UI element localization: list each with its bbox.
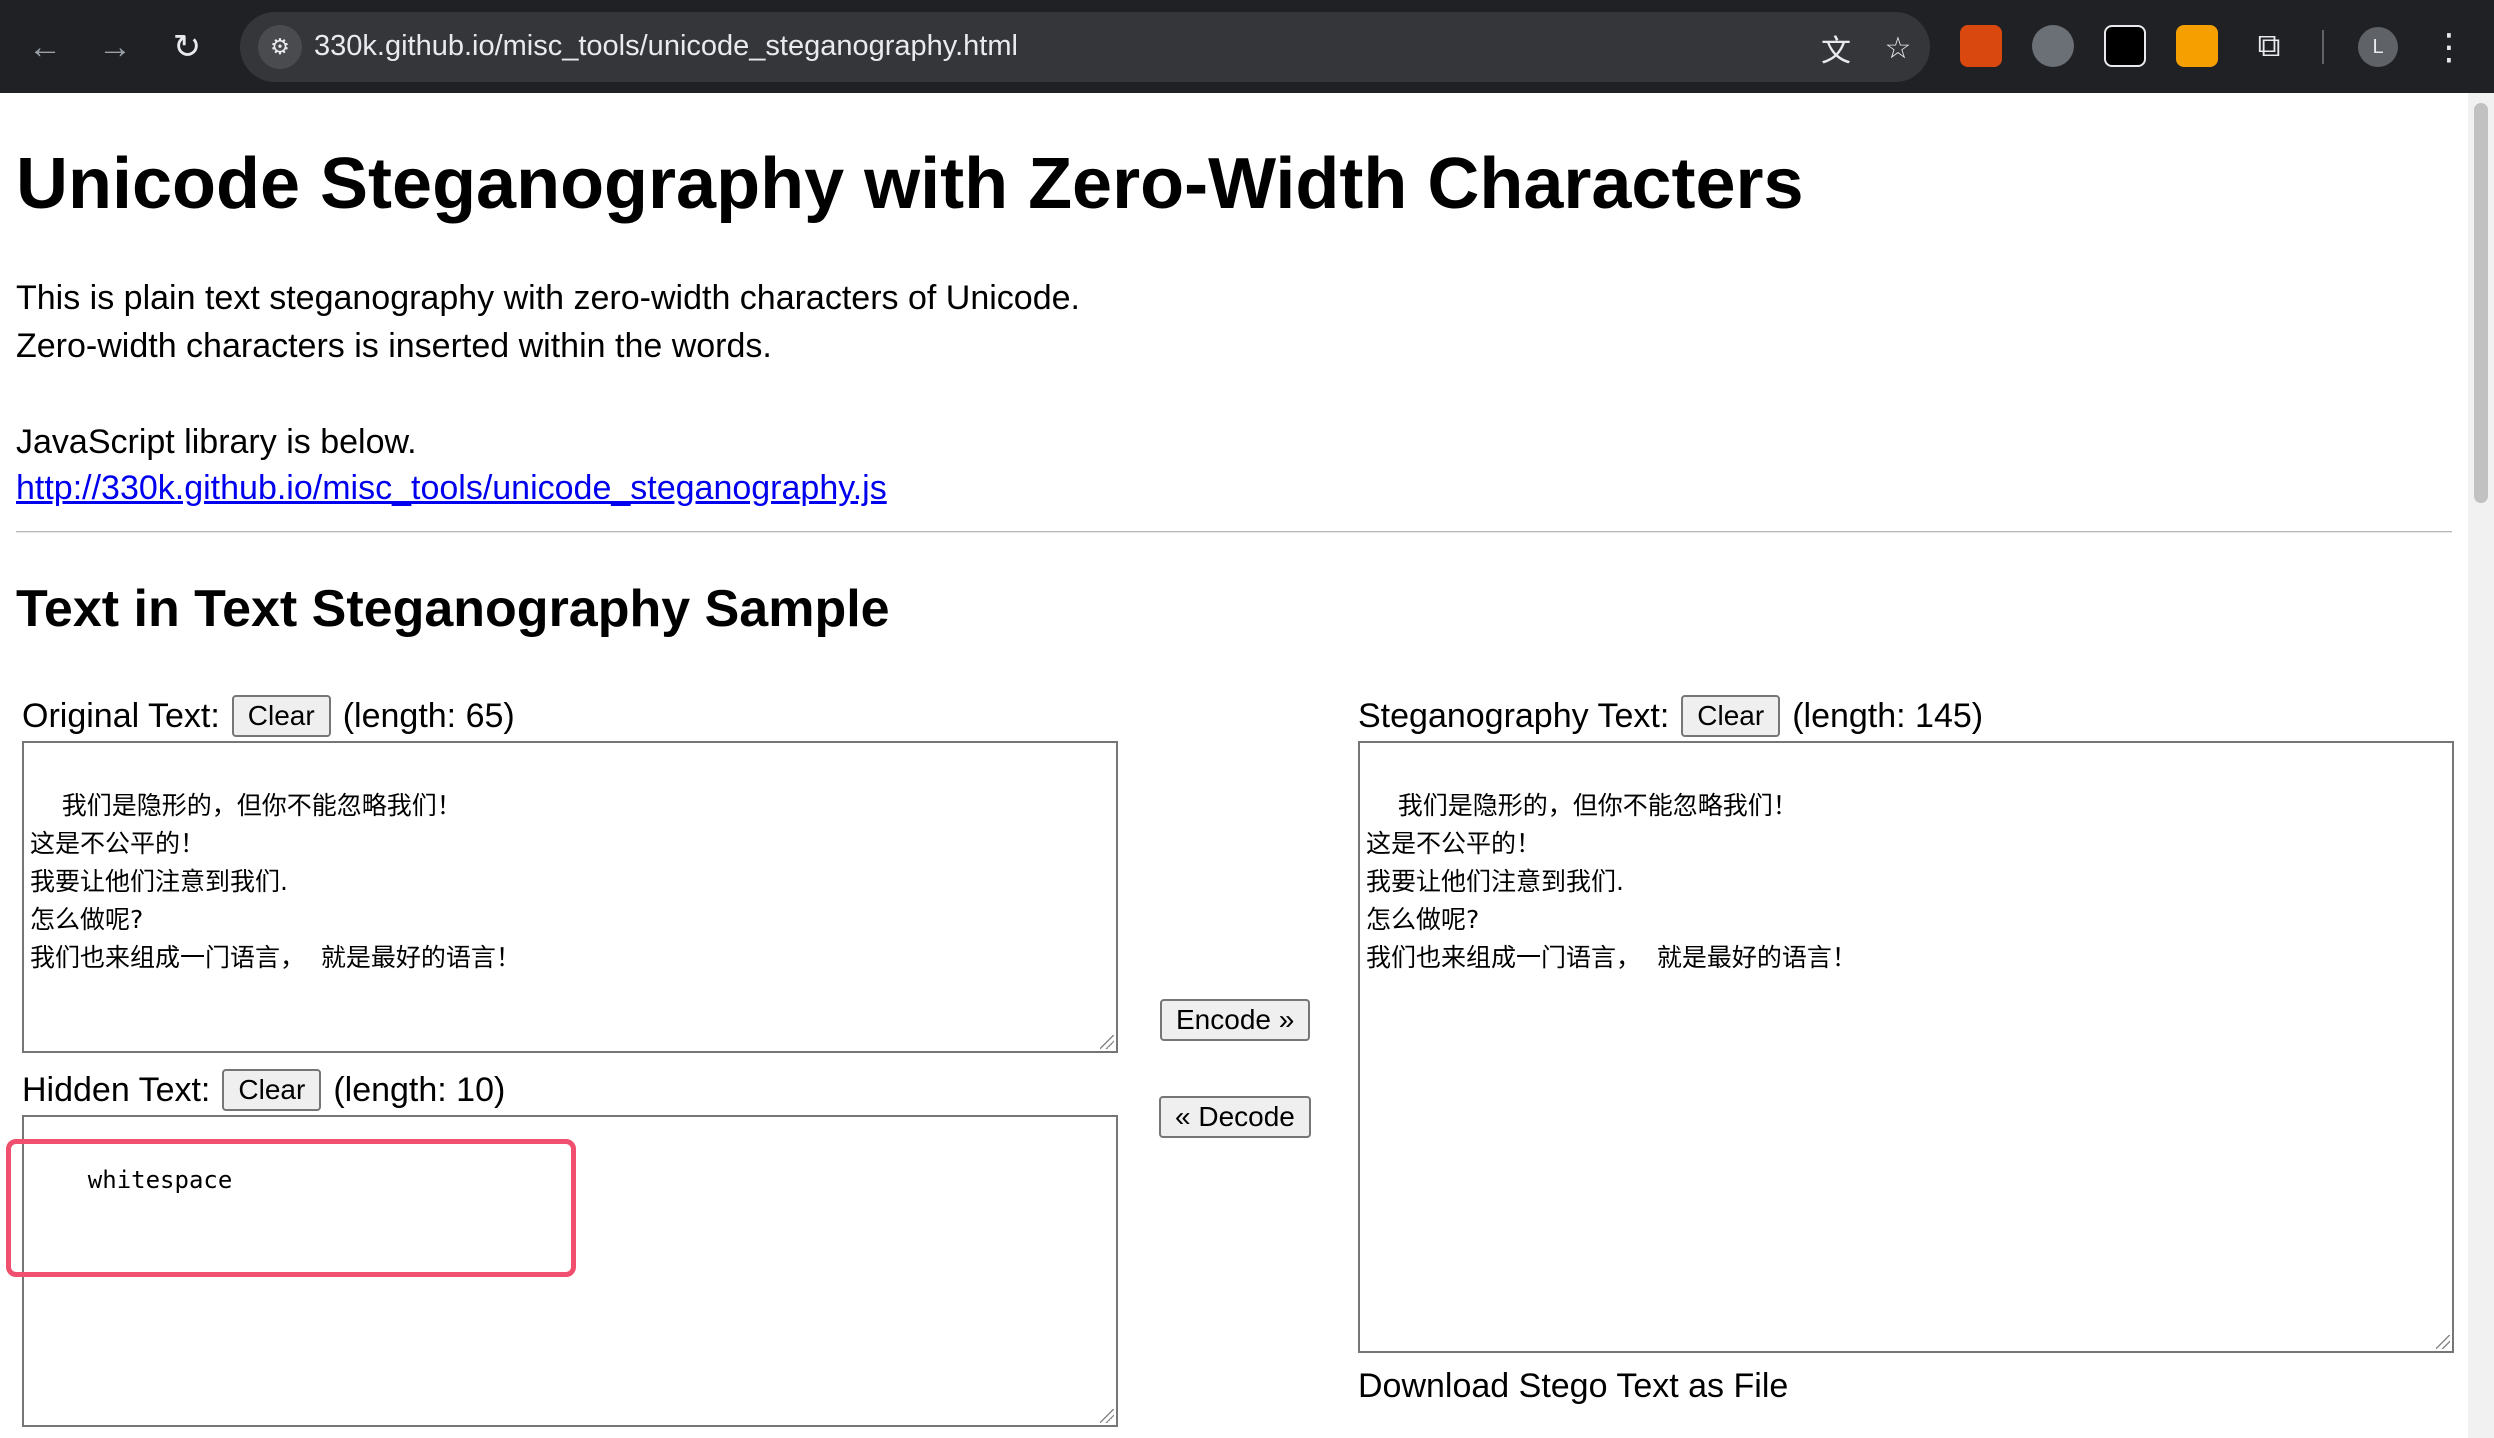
section-divider xyxy=(16,531,2452,533)
toolbar-divider xyxy=(2322,30,2324,64)
address-bar[interactable]: ⚙ 330k.github.io/misc_tools/unicode_steg… xyxy=(240,12,1930,82)
library-link[interactable]: http://330k.github.io/misc_tools/unicode… xyxy=(16,469,887,508)
original-text-label: Original Text: xyxy=(22,696,220,735)
site-info-icon[interactable]: ⚙ xyxy=(258,25,302,69)
browser-menu-icon[interactable]: ⋮ xyxy=(2424,22,2474,72)
browser-toolbar: ← → ↻ ⚙ 330k.github.io/misc_tools/unicod… xyxy=(0,0,2494,93)
forward-icon[interactable]: → xyxy=(90,22,140,72)
shield-extension-icon[interactable] xyxy=(2176,25,2218,67)
encode-button[interactable]: Encode » xyxy=(1160,999,1311,1041)
page-scrollbar[interactable] xyxy=(2468,93,2494,1438)
bookmark-star-icon[interactable]: ☆ xyxy=(1878,28,1918,68)
hidden-text-label: Hidden Text: xyxy=(22,1070,211,1109)
stego-length: (length: 145) xyxy=(1792,696,1984,735)
hidden-length: (length: 10) xyxy=(333,1070,506,1109)
decode-button[interactable]: « Decode xyxy=(1159,1096,1311,1138)
resize-grip-icon[interactable] xyxy=(1100,1035,1114,1049)
page-title: Unicode Steganography with Zero-Width Ch… xyxy=(16,144,1804,224)
scrollbar-thumb[interactable] xyxy=(2474,103,2488,503)
section-title: Text in Text Steganography Sample xyxy=(16,580,890,638)
original-length: (length: 65) xyxy=(342,696,515,735)
resize-grip-icon[interactable] xyxy=(1100,1409,1114,1423)
intro-line-1: This is plain text steganography with ze… xyxy=(16,279,1080,317)
reload-icon[interactable]: ↻ xyxy=(162,22,212,72)
back-icon[interactable]: ← xyxy=(20,22,70,72)
glasses-extension-icon[interactable] xyxy=(2104,25,2146,67)
original-clear-button[interactable]: Clear xyxy=(231,695,331,737)
fox-extension-icon[interactable] xyxy=(1960,25,2002,67)
owl-extension-icon[interactable] xyxy=(2032,25,2074,67)
page-content: Unicode Steganography with Zero-Width Ch… xyxy=(0,93,2468,1438)
extensions-puzzle-icon[interactable]: ⧉ xyxy=(2248,25,2290,67)
stego-text-header: Steganography Text: Clear (length: 145) xyxy=(1358,695,1983,737)
url-text[interactable]: 330k.github.io/misc_tools/unicode_stegan… xyxy=(314,30,1018,63)
stego-text-area[interactable]: 我们是隐形的，但你不能忽略我们！ 这是不公平的！ 我要让他们注意到我们. 怎么做… xyxy=(1358,741,2454,1353)
original-text-area[interactable]: 我们是隐形的，但你不能忽略我们！ 这是不公平的！ 我要让他们注意到我们. 怎么做… xyxy=(22,741,1118,1053)
hidden-clear-button[interactable]: Clear xyxy=(222,1069,322,1111)
library-label: JavaScript library is below. xyxy=(16,423,417,461)
stego-text-label: Steganography Text: xyxy=(1358,696,1670,735)
original-text-header: Original Text: Clear (length: 65) xyxy=(22,695,515,737)
stego-text-value: 我们是隐形的，但你不能忽略我们！ 这是不公平的！ 我要让他们注意到我们. 怎么做… xyxy=(1366,791,1857,972)
hidden-text-header: Hidden Text: Clear (length: 10) xyxy=(22,1069,505,1111)
annotation-highlight-box xyxy=(6,1139,576,1277)
stego-clear-button[interactable]: Clear xyxy=(1681,695,1781,737)
resize-grip-icon[interactable] xyxy=(2436,1335,2450,1349)
profile-avatar[interactable]: L xyxy=(2358,27,2398,67)
translate-icon[interactable]: 文 xyxy=(1816,28,1856,68)
original-text-value: 我们是隐形的，但你不能忽略我们！ 这是不公平的！ 我要让他们注意到我们. 怎么做… xyxy=(30,791,521,972)
intro-line-2: Zero-width characters is inserted within… xyxy=(16,327,772,365)
download-stego-link[interactable]: Download Stego Text as File xyxy=(1358,1367,1788,1406)
